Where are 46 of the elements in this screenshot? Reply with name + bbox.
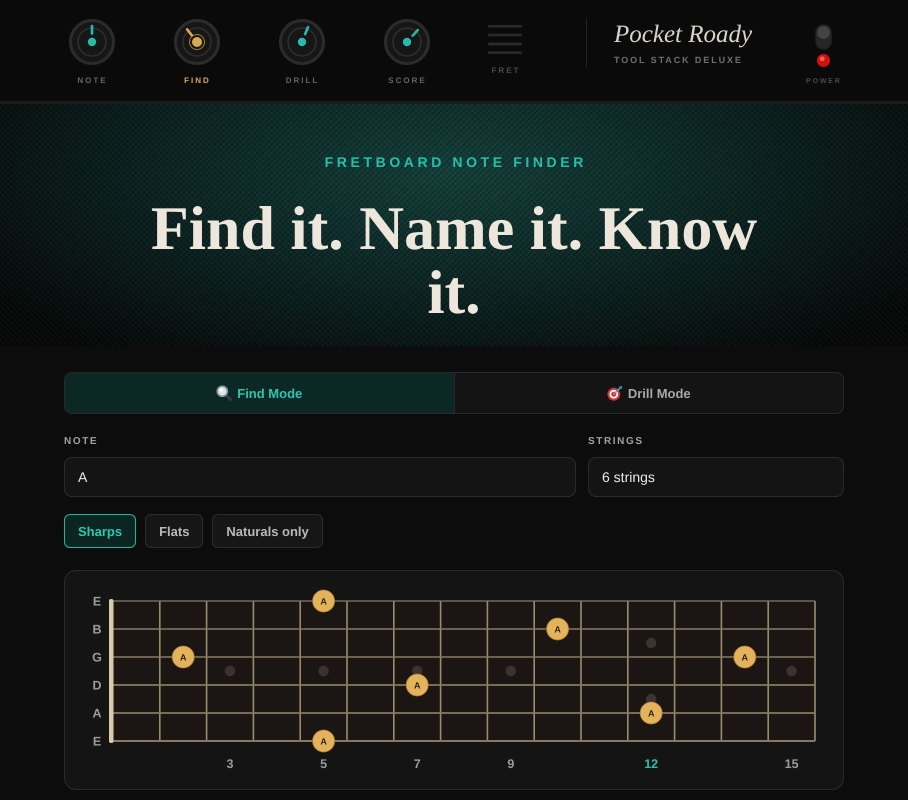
string-label: A (92, 706, 102, 720)
inlay-dot-icon (318, 666, 329, 676)
inlay-dot-icon (224, 666, 236, 676)
fret-number: 9 (507, 757, 514, 771)
string-label: G (92, 650, 102, 664)
nav-button[interactable]: FIND (144, 0, 249, 86)
note-marker: A (733, 646, 756, 668)
fret-number: 5 (320, 757, 328, 771)
filter-button[interactable]: Sharps (64, 514, 136, 548)
mode-tab[interactable]: Drill Mode (454, 373, 843, 413)
toggle-switch[interactable] (814, 24, 832, 50)
knob-icon (68, 19, 114, 65)
field-label: NOTE (64, 436, 98, 448)
string-label: B (92, 622, 102, 636)
note-input[interactable]: A (64, 457, 576, 497)
fret-number: 15 (784, 757, 799, 771)
target-icon (606, 385, 623, 401)
note-marker: A (406, 674, 429, 696)
filter-button[interactable]: Flats (145, 514, 204, 548)
brand-title: Pocket Roady (614, 20, 752, 50)
knob-icon (278, 19, 324, 65)
note-marker: A (640, 702, 663, 724)
fret-number: 7 (414, 757, 421, 771)
knob-icon (174, 19, 220, 65)
eyebrow-text: FRETBOARD NOTE FINDER (324, 153, 587, 171)
field-label: STRINGS (588, 436, 644, 448)
strings-select[interactable]: 6 strings (588, 457, 844, 497)
filter-button[interactable]: Naturals only (212, 514, 323, 548)
search-icon (216, 385, 232, 401)
headline: Find it. Name it. Know it. (150, 197, 758, 325)
inlay-dot-icon (646, 638, 656, 648)
string-label: E (92, 734, 102, 748)
lines-icon (488, 24, 522, 54)
mode-tab[interactable]: Find Mode (65, 373, 454, 413)
note-marker: A (546, 618, 569, 640)
note-marker: A (312, 590, 335, 612)
fret-number: 3 (226, 757, 234, 771)
fret-number: 12 (644, 757, 658, 771)
string-label: D (92, 678, 102, 692)
brand-subtitle: TOOL STACK DELUXE (614, 54, 744, 67)
string-label: E (92, 594, 102, 608)
inlay-dot-icon (786, 666, 797, 676)
knob-icon (384, 19, 430, 65)
inlay-dot-icon (506, 666, 516, 676)
note-marker: A (312, 730, 335, 752)
note-marker: A (172, 646, 195, 668)
